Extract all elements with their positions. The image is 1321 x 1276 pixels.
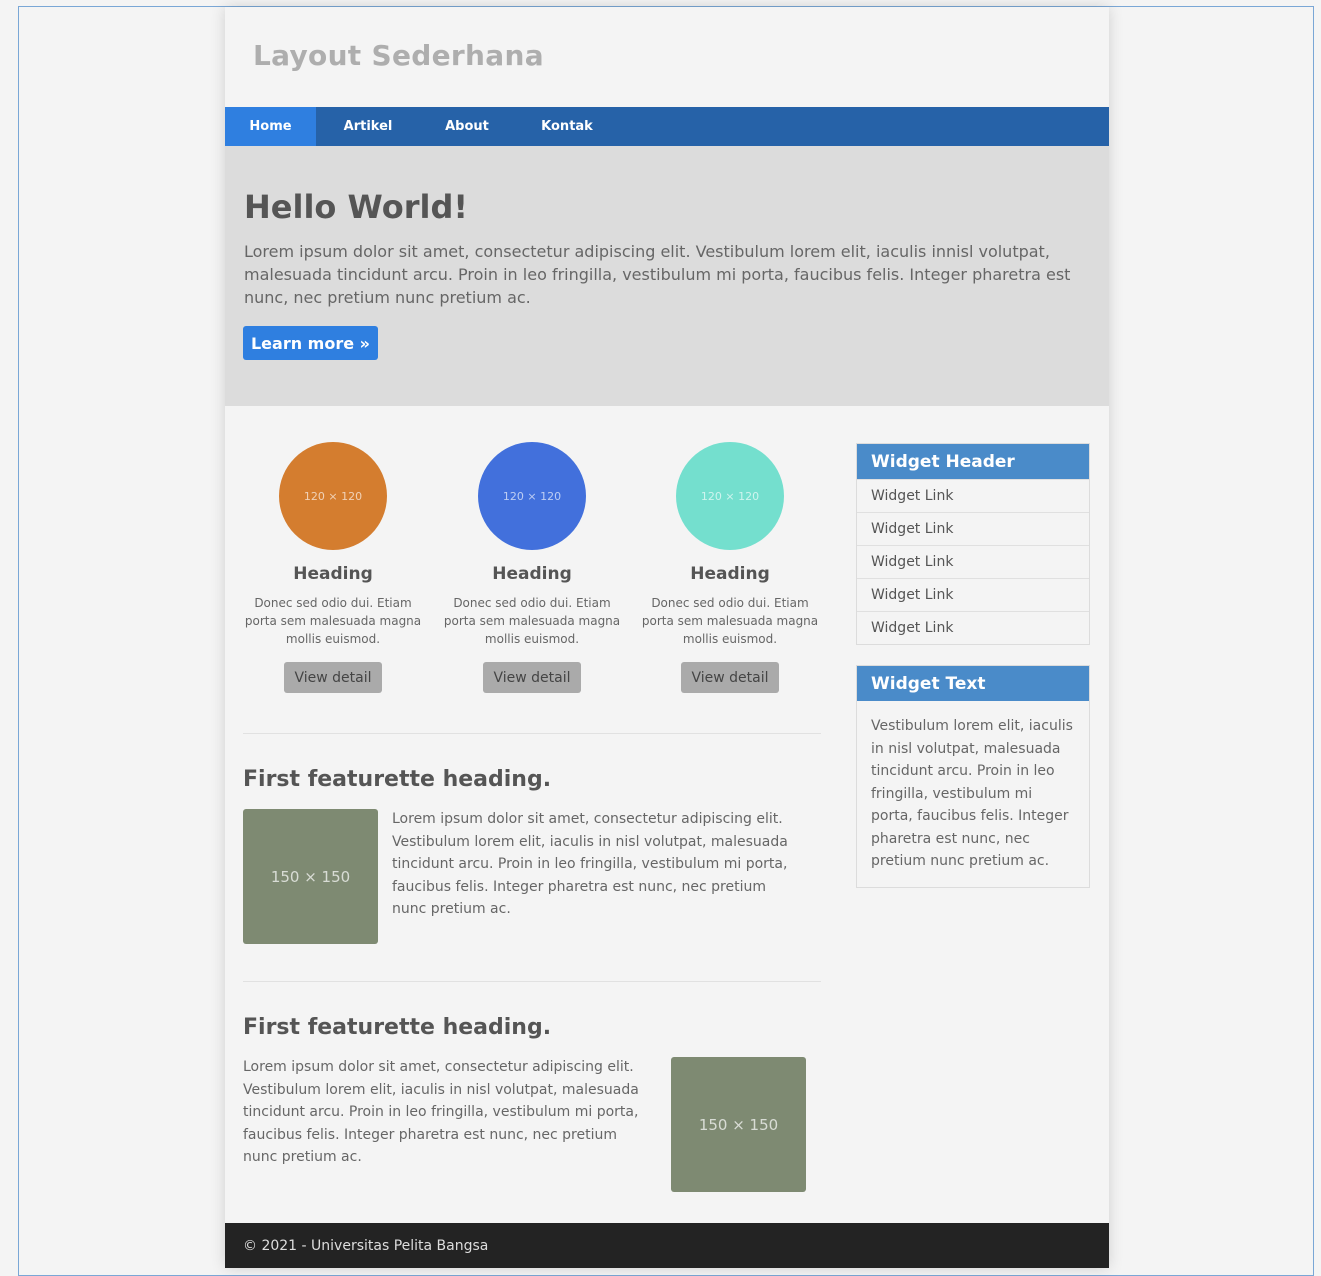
main-nav: Home Artikel About Kontak bbox=[225, 107, 1109, 146]
widget-link[interactable]: Widget Link bbox=[857, 512, 1089, 545]
page-container: Layout Sederhana Home Artikel About Kont… bbox=[225, 7, 1109, 1268]
nav-item-about[interactable]: About bbox=[420, 107, 514, 146]
nav-item-artikel[interactable]: Artikel bbox=[316, 107, 420, 146]
footer-copyright: © 2021 - Universitas Pelita Bangsa bbox=[243, 1237, 489, 1254]
view-detail-button[interactable]: View detail bbox=[681, 662, 779, 693]
site-header: Layout Sederhana bbox=[225, 7, 1109, 107]
view-detail-button[interactable]: View detail bbox=[483, 662, 581, 693]
featurette-text: Lorem ipsum dolor sit amet, consectetur … bbox=[243, 1059, 639, 1165]
site-title: Layout Sederhana bbox=[253, 39, 544, 72]
view-detail-button[interactable]: View detail bbox=[284, 662, 382, 693]
card-image-placeholder: 120 × 120 bbox=[279, 442, 387, 550]
hero-section: Hello World! Lorem ipsum dolor sit amet,… bbox=[225, 146, 1109, 406]
featurette-image-placeholder: 150 × 150 bbox=[671, 1057, 806, 1192]
learn-more-button[interactable]: Learn more » bbox=[243, 326, 378, 360]
widget-text-body: Vestibulum lorem elit, iaculis in nisl v… bbox=[871, 718, 1073, 869]
feature-card: 120 × 120 Heading Donec sed odio dui. Et… bbox=[640, 442, 820, 693]
hero-text: Lorem ipsum dolor sit amet, consectetur … bbox=[244, 242, 1071, 307]
card-text: Donec sed odio dui. Etiam porta sem male… bbox=[443, 596, 621, 646]
widget-link[interactable]: Widget Link bbox=[857, 611, 1089, 644]
card-text: Donec sed odio dui. Etiam porta sem male… bbox=[244, 596, 422, 646]
card-image-placeholder: 120 × 120 bbox=[478, 442, 586, 550]
widget-text: Widget Text Vestibulum lorem elit, iacul… bbox=[856, 665, 1090, 888]
hero-title: Hello World! bbox=[244, 188, 468, 226]
section-divider bbox=[243, 981, 821, 982]
widget-link[interactable]: Widget Link bbox=[857, 545, 1089, 578]
nav-item-kontak[interactable]: Kontak bbox=[514, 107, 620, 146]
featurette-heading: First featurette heading. bbox=[243, 1015, 552, 1040]
card-heading: Heading bbox=[492, 564, 572, 584]
card-heading: Heading bbox=[293, 564, 373, 584]
feature-card: 120 × 120 Heading Donec sed odio dui. Et… bbox=[442, 442, 622, 693]
nav-item-home[interactable]: Home bbox=[225, 107, 316, 146]
site-footer: © 2021 - Universitas Pelita Bangsa bbox=[225, 1223, 1109, 1268]
widget-links: Widget Header Widget Link Widget Link Wi… bbox=[856, 443, 1090, 645]
section-divider bbox=[243, 733, 821, 734]
featurette-text: Lorem ipsum dolor sit amet, consectetur … bbox=[392, 811, 788, 917]
feature-card: 120 × 120 Heading Donec sed odio dui. Et… bbox=[243, 442, 423, 693]
widget-text-header: Widget Text bbox=[857, 666, 1089, 701]
card-image-placeholder: 120 × 120 bbox=[676, 442, 784, 550]
featurette-image-placeholder: 150 × 150 bbox=[243, 809, 378, 944]
widget-link[interactable]: Widget Link bbox=[857, 578, 1089, 611]
card-text: Donec sed odio dui. Etiam porta sem male… bbox=[641, 596, 819, 646]
widget-header: Widget Header bbox=[857, 444, 1089, 479]
card-heading: Heading bbox=[690, 564, 770, 584]
featurette-heading: First featurette heading. bbox=[243, 767, 552, 792]
widget-link[interactable]: Widget Link bbox=[857, 479, 1089, 512]
